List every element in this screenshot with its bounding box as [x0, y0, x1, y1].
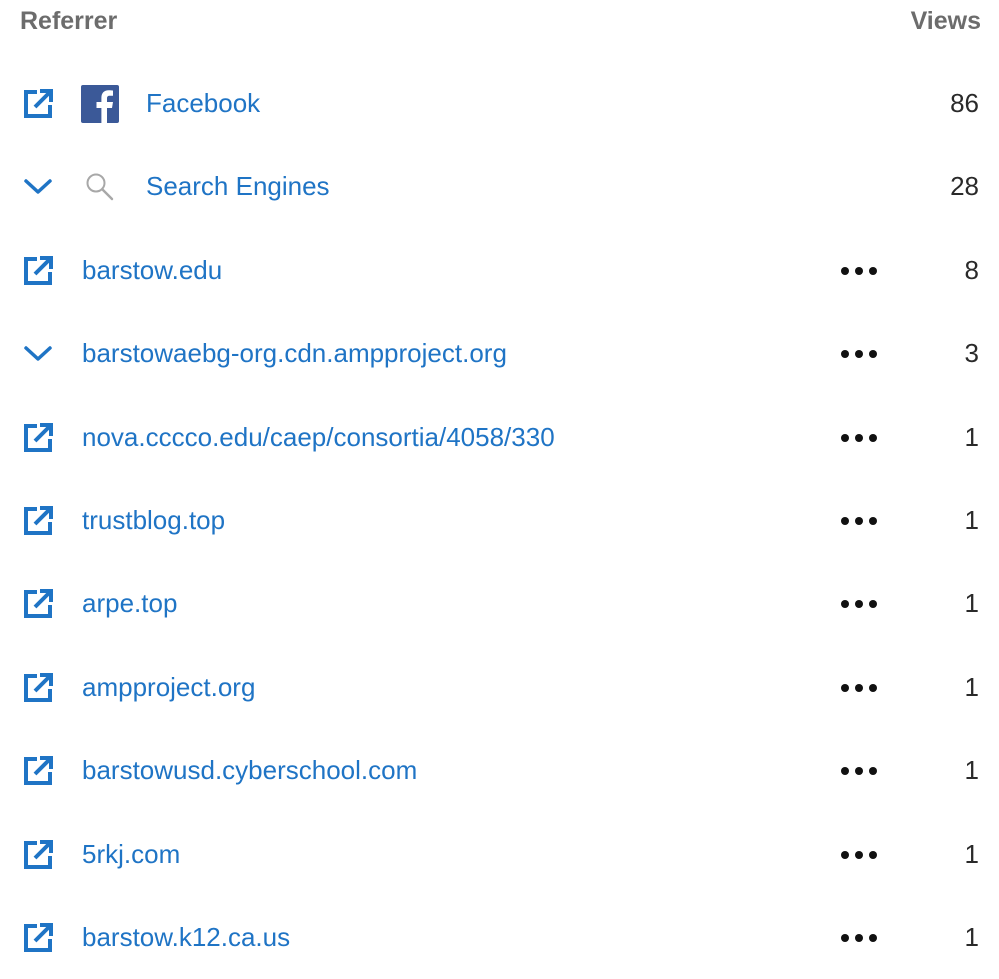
referrer-row-search-engines: Search Engines 28: [0, 145, 999, 228]
dot: [855, 850, 863, 859]
external-link-icon[interactable]: [20, 920, 56, 956]
search-icon: [80, 167, 120, 207]
dot: [855, 933, 863, 942]
referrer-list: Facebook 86 Search Engines 28 barstow.ed…: [0, 62, 999, 979]
referrer-link[interactable]: barstowaebg-org.cdn.ampproject.org: [82, 336, 507, 370]
referrer-link[interactable]: barstow.edu: [82, 253, 222, 287]
dot: [841, 600, 849, 609]
views-count: 1: [964, 671, 979, 702]
external-link-icon[interactable]: [20, 420, 56, 456]
referrer-row: ampproject.org 1: [0, 646, 999, 729]
external-link-icon[interactable]: [20, 86, 56, 122]
referrer-link[interactable]: Search Engines: [146, 169, 330, 203]
external-link-icon[interactable]: [20, 753, 56, 789]
dot: [855, 433, 863, 442]
dot: [841, 850, 849, 859]
referrer-link[interactable]: arpe.top: [82, 586, 177, 620]
referrer-row: barstow.edu 8: [0, 229, 999, 312]
dot: [841, 433, 849, 442]
dot: [841, 933, 849, 942]
dot: [869, 600, 877, 609]
referrer-column-header: Referrer: [20, 7, 118, 35]
more-options-button[interactable]: [836, 424, 882, 452]
dot: [855, 767, 863, 776]
referrer-link[interactable]: trustblog.top: [82, 503, 225, 537]
dot: [869, 850, 877, 859]
referrer-link[interactable]: nova.cccco.edu/caep/consortia/4058/330: [82, 420, 555, 454]
external-link-icon[interactable]: [20, 503, 56, 539]
referrer-row-facebook: Facebook 86: [0, 62, 999, 145]
views-count: 1: [964, 755, 979, 786]
referrer-row: nova.cccco.edu/caep/consortia/4058/330 1: [0, 396, 999, 479]
views-count: 28: [950, 171, 979, 202]
more-options-button[interactable]: [836, 340, 882, 368]
external-link-icon[interactable]: [20, 586, 56, 622]
dot: [855, 600, 863, 609]
external-link-icon[interactable]: [20, 670, 56, 706]
referrer-row: barstowaebg-org.cdn.ampproject.org 3: [0, 312, 999, 395]
facebook-icon: [80, 84, 120, 124]
views-count: 1: [964, 421, 979, 452]
dot: [855, 350, 863, 359]
views-count: 1: [964, 838, 979, 869]
views-column-header: Views: [910, 7, 981, 35]
referrer-row: trustblog.top 1: [0, 479, 999, 562]
views-count: 8: [964, 254, 979, 285]
referrer-row: barstowusd.cyberschool.com 1: [0, 729, 999, 812]
dot: [855, 266, 863, 275]
dot: [869, 266, 877, 275]
more-options-button[interactable]: [836, 841, 882, 869]
referrer-link[interactable]: barstowusd.cyberschool.com: [82, 753, 417, 787]
dot: [855, 683, 863, 692]
more-options-button[interactable]: [836, 924, 882, 952]
dot: [869, 683, 877, 692]
more-options-button[interactable]: [836, 757, 882, 785]
views-count: 86: [950, 88, 979, 118]
referrer-link[interactable]: barstow.k12.ca.us: [82, 920, 290, 954]
referrer-link[interactable]: 5rkj.com: [82, 837, 180, 871]
dot: [841, 516, 849, 525]
views-count: 3: [964, 338, 979, 369]
dot: [869, 767, 877, 776]
external-link-icon[interactable]: [20, 253, 56, 289]
more-options-button[interactable]: [836, 674, 882, 702]
dot: [841, 350, 849, 359]
dot: [841, 266, 849, 275]
dot: [855, 516, 863, 525]
dot: [841, 767, 849, 776]
external-link-icon[interactable]: [20, 837, 56, 873]
more-options-button[interactable]: [836, 590, 882, 618]
chevron-down-icon[interactable]: [20, 336, 56, 372]
more-options-button[interactable]: [836, 257, 882, 285]
views-count: 1: [964, 588, 979, 619]
views-count: 1: [964, 504, 979, 535]
dot: [869, 516, 877, 525]
dot: [869, 433, 877, 442]
referrer-link[interactable]: ampproject.org: [82, 670, 255, 704]
dot: [869, 350, 877, 359]
chevron-down-icon[interactable]: [20, 169, 56, 205]
dot: [869, 933, 877, 942]
referrer-row: 5rkj.com 1: [0, 813, 999, 896]
referrer-row: arpe.top 1: [0, 562, 999, 645]
referrer-row: barstow.k12.ca.us 1: [0, 896, 999, 979]
more-options-button[interactable]: [836, 507, 882, 535]
views-count: 1: [964, 921, 979, 952]
table-header: Referrer Views: [0, 0, 999, 44]
referrer-link[interactable]: Facebook: [146, 86, 260, 120]
dot: [841, 683, 849, 692]
